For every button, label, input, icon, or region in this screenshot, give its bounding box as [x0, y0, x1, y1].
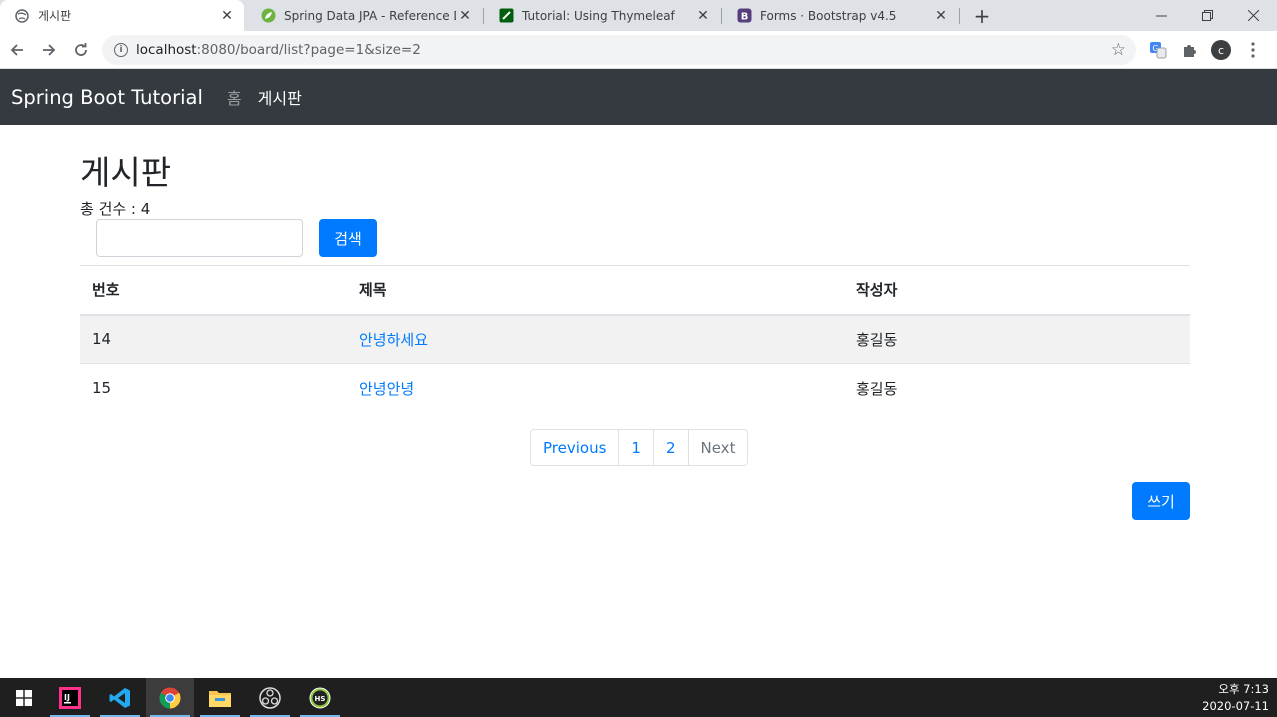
page-2[interactable]: 2 [652, 429, 689, 466]
clock-time: 오후 7:13 [1218, 682, 1269, 696]
browser-toolbar: i localhost:8080/board/list?page=1&size=… [0, 31, 1277, 69]
search-input[interactable] [96, 219, 303, 257]
thymeleaf-icon [498, 8, 514, 24]
file-explorer-icon[interactable] [196, 678, 244, 717]
page-next[interactable]: Next [687, 429, 749, 466]
svg-text:IJ: IJ [64, 693, 70, 702]
reload-icon [75, 43, 87, 56]
board-table: 번호 제목 작성자 14 안녕하세요 홍길동 15 안녕안녕 홍길동 [80, 265, 1190, 413]
back-arrow-icon [10, 44, 23, 56]
cell-author: 홍길동 [844, 363, 1190, 413]
cell-title: 안녕안녕 [347, 363, 844, 413]
tab-title: Forms · Bootstrap v4.5 [760, 8, 897, 23]
tab-board[interactable]: 게시판 ✕ [0, 0, 244, 31]
tab-title: Tutorial: Using Thymeleaf [522, 8, 675, 23]
back-button[interactable] [4, 37, 30, 63]
write-button[interactable]: 쓰기 [1132, 482, 1190, 520]
globe-icon [14, 8, 30, 24]
restore-button[interactable] [1184, 0, 1230, 31]
post-title-link[interactable]: 안녕하세요 [359, 331, 428, 349]
spring-leaf-icon [260, 8, 276, 24]
vscode-icon[interactable] [96, 678, 144, 717]
table-header-row: 번호 제목 작성자 [80, 265, 1190, 316]
hs-app-icon[interactable]: HS [296, 678, 344, 717]
chrome-icon[interactable] [146, 678, 194, 717]
close-window-button[interactable] [1230, 0, 1276, 31]
nav-link-home[interactable]: 홈 [227, 85, 242, 109]
cell-author: 홍길동 [844, 314, 1190, 364]
page-title: 게시판 [80, 153, 172, 192]
forward-button[interactable] [36, 37, 62, 63]
forward-arrow-icon [43, 44, 56, 56]
tab-thymeleaf[interactable]: Tutorial: Using Thymeleaf ✕ [484, 0, 720, 31]
navbar-brand[interactable]: Spring Boot Tutorial [11, 86, 203, 109]
site-info-icon[interactable]: i [114, 43, 128, 57]
tab-title: Spring Data JPA - Reference Dc [284, 8, 456, 23]
menu-kebab-icon[interactable] [1243, 40, 1263, 60]
page-1[interactable]: 1 [618, 429, 654, 466]
clock-date: 2020-07-11 [1202, 699, 1269, 713]
obs-studio-icon[interactable] [246, 678, 294, 717]
minimize-button[interactable] [1138, 0, 1184, 31]
close-tab-icon[interactable]: ✕ [218, 7, 236, 25]
table-row: 14 안녕하세요 홍길동 [80, 314, 1190, 364]
tab-bootstrap-forms[interactable]: B Forms · Bootstrap v4.5 ✕ [722, 0, 958, 31]
total-count: 총 건수 : 4 [80, 200, 151, 218]
windows-taskbar: IJ HS 오후 7:13 2020-07-11 [0, 678, 1277, 717]
page-previous[interactable]: Previous [530, 429, 620, 466]
profile-avatar[interactable]: c [1211, 40, 1231, 60]
windows-start-icon[interactable] [0, 678, 48, 717]
reload-button[interactable] [68, 37, 94, 63]
table-row: 15 안녕안녕 홍길동 [80, 363, 1190, 413]
address-bar[interactable]: i localhost:8080/board/list?page=1&size=… [102, 35, 1136, 65]
app-navbar: Spring Boot Tutorial 홈 게시판 [0, 69, 1277, 125]
column-header-number: 번호 [80, 265, 347, 316]
close-tab-icon[interactable]: ✕ [932, 7, 950, 25]
search-button[interactable]: 검색 [319, 219, 377, 257]
bookmark-star-icon[interactable]: ☆ [1111, 40, 1126, 60]
url-text: localhost:8080/board/list?page=1&size=2 [136, 42, 421, 58]
svg-text:HS: HS [315, 695, 326, 703]
cell-id: 14 [80, 314, 347, 364]
close-tab-icon[interactable]: ✕ [694, 7, 712, 25]
tab-title: 게시판 [38, 9, 72, 23]
cell-title: 안녕하세요 [347, 314, 844, 364]
new-tab-button[interactable]: + [970, 4, 994, 28]
cell-id: 15 [80, 363, 347, 413]
tab-spring-data[interactable]: Spring Data JPA - Reference Dc ✕ [246, 0, 482, 31]
system-clock[interactable]: 오후 7:13 2020-07-11 [1202, 681, 1269, 715]
post-title-link[interactable]: 안녕안녕 [359, 380, 414, 398]
column-header-author: 작성자 [844, 265, 1190, 316]
intellij-icon[interactable]: IJ [46, 678, 94, 717]
tab-separator [959, 8, 960, 24]
pagination: Previous 1 2 Next [530, 429, 749, 466]
column-header-title: 제목 [347, 265, 844, 316]
close-tab-icon[interactable]: ✕ [456, 7, 474, 25]
bootstrap-icon: B [736, 8, 752, 24]
browser-tabstrip: 게시판 ✕ Spring Data JPA - Reference Dc ✕ T… [0, 0, 1277, 31]
nav-link-board[interactable]: 게시판 [258, 85, 302, 109]
svg-text:B: B [740, 12, 748, 23]
extensions-puzzle-icon[interactable] [1179, 40, 1199, 60]
translate-extension-icon[interactable]: G [1148, 40, 1168, 60]
